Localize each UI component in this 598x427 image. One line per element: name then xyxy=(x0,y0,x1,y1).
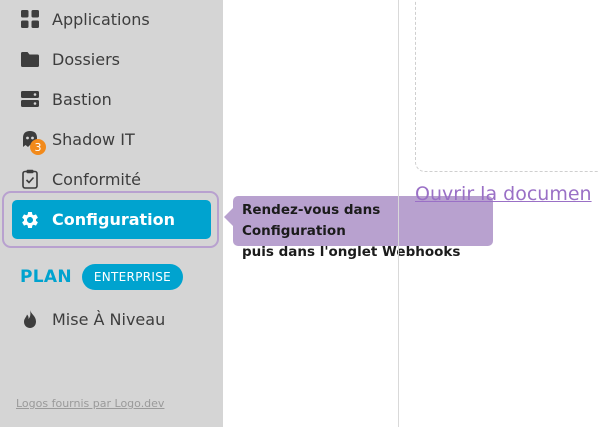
grid-icon xyxy=(20,9,40,29)
flame-icon xyxy=(20,309,40,329)
server-icon xyxy=(20,89,40,109)
content-divider xyxy=(398,0,399,427)
shadow-it-count-badge: 3 xyxy=(30,139,46,155)
sidebar-item-shadow-it[interactable]: 3 Shadow IT xyxy=(12,120,211,158)
logo-dev-credit-link[interactable]: Logos fournis par Logo.dev xyxy=(16,397,164,410)
plan-tier-badge: ENTERPRISE xyxy=(81,264,184,290)
upload-dropzone[interactable] xyxy=(415,0,598,172)
tooltip-line-2: puis dans l'onglet Webhooks xyxy=(242,244,461,260)
ghost-icon: 3 xyxy=(20,129,46,155)
sidebar-item-label: Applications xyxy=(52,9,150,29)
plan-label: PLAN xyxy=(20,267,72,287)
sidebar-item-label: Shadow IT xyxy=(52,129,135,149)
sidebar: Applications Dossiers Bastion 3 Shadow I… xyxy=(0,0,223,427)
sidebar-item-bastion[interactable]: Bastion xyxy=(12,80,211,118)
gear-icon xyxy=(20,210,40,230)
sidebar-item-dossiers[interactable]: Dossiers xyxy=(12,40,211,78)
sidebar-item-label: Dossiers xyxy=(52,49,120,69)
plan-row: PLAN ENTERPRISE xyxy=(20,264,184,290)
clipboard-check-icon xyxy=(20,169,40,189)
sidebar-item-label: Bastion xyxy=(52,89,112,109)
sidebar-item-configuration[interactable]: Configuration xyxy=(12,200,211,239)
sidebar-item-mise-a-niveau[interactable]: Mise À Niveau xyxy=(12,300,211,338)
open-documentation-link[interactable]: Ouvrir la documen xyxy=(415,183,592,205)
sidebar-item-applications[interactable]: Applications xyxy=(12,0,211,38)
sidebar-item-label: Conformité xyxy=(52,169,141,189)
sidebar-item-label: Mise À Niveau xyxy=(52,309,166,329)
sidebar-item-label: Configuration xyxy=(52,210,176,229)
folder-icon xyxy=(20,49,40,69)
tooltip-line-1: Rendez-vous dans Configuration xyxy=(242,202,381,239)
